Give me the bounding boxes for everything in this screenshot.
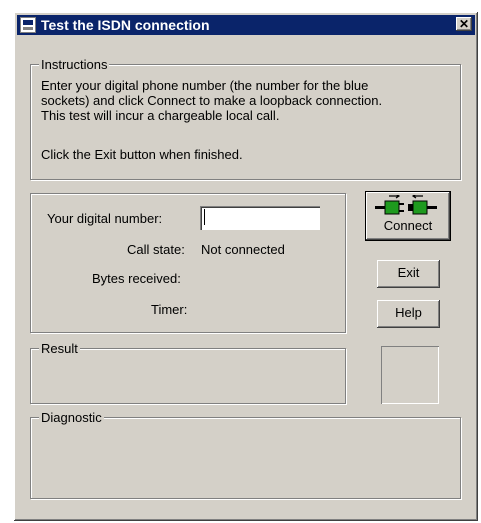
indicator-box (381, 346, 439, 404)
title-bar[interactable]: Test the ISDN connection ✕ (17, 15, 475, 35)
instruction-line: Click the Exit button when finished. (41, 147, 243, 162)
app-icon (20, 17, 36, 33)
digital-number-label: Your digital number: (47, 211, 163, 226)
plug-connect-icon (375, 195, 437, 215)
help-button[interactable]: Help (377, 300, 440, 328)
diagnostic-legend: Diagnostic (39, 410, 104, 425)
text-caret (204, 209, 205, 225)
result-legend: Result (39, 341, 80, 356)
connection-status-panel: Your digital number: Call state: Not con… (30, 193, 346, 333)
timer-label: Timer: (151, 302, 188, 317)
instructions-legend: Instructions (39, 57, 110, 72)
call-state-value: Not connected (201, 242, 285, 257)
connect-button[interactable]: Connect (365, 191, 451, 241)
window-title: Test the ISDN connection (41, 17, 210, 33)
close-button[interactable]: ✕ (456, 17, 472, 31)
dialog-window: Test the ISDN connection ✕ Instructions … (14, 12, 478, 521)
digital-number-input[interactable] (200, 206, 320, 230)
exit-label: Exit (397, 265, 420, 280)
result-group: Result (30, 341, 346, 404)
instruction-line: Enter your digital phone number (the num… (41, 78, 369, 93)
close-icon: ✕ (458, 17, 470, 31)
connect-label: Connect (383, 218, 433, 233)
bytes-received-label: Bytes received: (92, 271, 181, 286)
exit-button[interactable]: Exit (377, 260, 440, 288)
instructions-group: Instructions Enter your digital phone nu… (30, 57, 461, 180)
instruction-line: sockets) and click Connect to make a loo… (41, 93, 383, 108)
instruction-line: This test will incur a chargeable local … (41, 108, 280, 123)
call-state-label: Call state: (127, 242, 185, 257)
diagnostic-group: Diagnostic (30, 410, 461, 499)
help-label: Help (395, 305, 422, 320)
